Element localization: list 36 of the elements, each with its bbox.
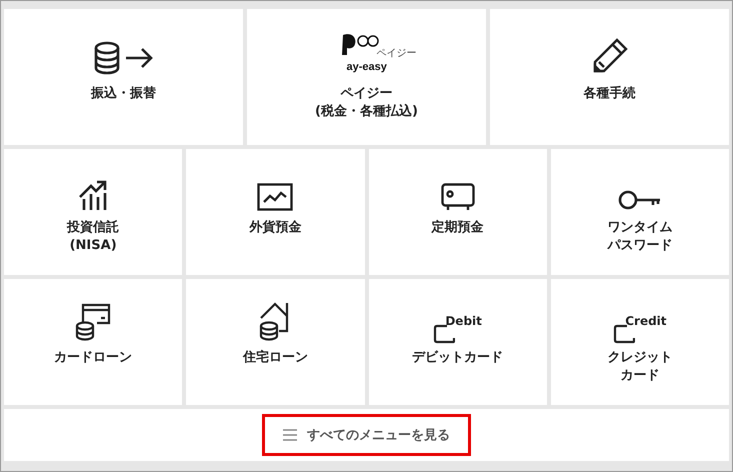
safe-icon (440, 183, 475, 211)
tile-label: 振込・振替 (91, 85, 156, 103)
tile-label: カード (620, 366, 660, 384)
menu-tile[interactable]: Credit クレジット カード (550, 279, 729, 405)
menu-tile[interactable]: Debit デビットカード (368, 279, 547, 405)
growth-chart-icon (78, 179, 108, 211)
tile-label: デビットカード (412, 349, 504, 367)
tile-label: 各種手続 (584, 85, 636, 103)
tile-label: 投資信託 (67, 219, 120, 237)
tile-label: ペイジー (340, 85, 392, 103)
tile-label: (税金・各種払込) (315, 102, 418, 120)
menu-tile[interactable]: 外貨預金 (186, 149, 364, 275)
tile-label: クレジット (607, 349, 672, 367)
card-coins-icon (75, 303, 112, 341)
menu-tile[interactable]: ペイジー ay-easy ペイジー (税金・各種払込) (247, 9, 486, 145)
key-icon (618, 189, 662, 211)
tile-label: ワンタイム (607, 219, 672, 237)
menu-tile[interactable]: 定期預金 (368, 149, 547, 275)
tile-label: 外貨預金 (249, 219, 302, 237)
menu-icon (283, 429, 297, 441)
tile-label: 定期預金 (432, 219, 484, 237)
menu-tile[interactable]: 振込・振替 (4, 9, 243, 145)
tile-label: カードローン (54, 349, 132, 367)
tile-label: 住宅ローン (242, 349, 308, 367)
menu-tile[interactable]: ワンタイム パスワード (550, 149, 729, 275)
chart-screen-icon (257, 183, 294, 211)
tile-label: パスワード (607, 236, 672, 254)
tile-label: (NISA) (70, 236, 117, 254)
menu-tile[interactable]: カードローン (4, 279, 182, 405)
menu-tile[interactable]: 各種手続 (490, 9, 729, 145)
logo-text: ay-easy (346, 61, 387, 73)
all-menu-button[interactable]: すべてのメニューを見る (262, 414, 471, 456)
logo-caption: ペイジー (376, 47, 416, 60)
menu-tile[interactable]: 投資信託 (NISA) (4, 149, 182, 275)
menu-tile[interactable]: 住宅ローン (186, 279, 364, 405)
coins-arrow-icon (92, 41, 154, 75)
